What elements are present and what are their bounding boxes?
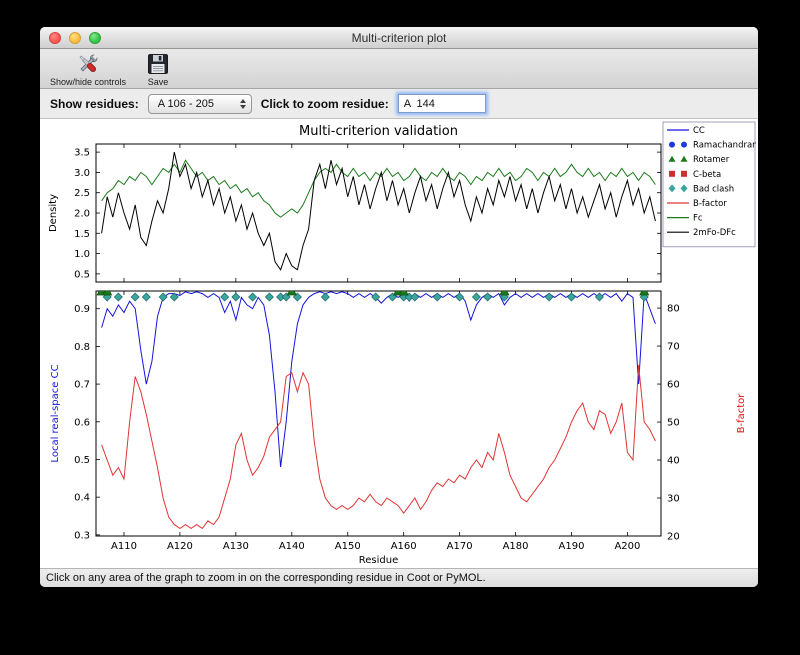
svg-text:2.0: 2.0 (74, 209, 90, 220)
svg-text:A170: A170 (447, 541, 473, 552)
density-subplot[interactable]: 0.5 1.0 1.5 2.0 2.5 3.0 3.5 Density (48, 143, 662, 283)
svg-text:0.5: 0.5 (74, 269, 90, 280)
residue-range-select[interactable]: A 106 - 205 (147, 93, 252, 114)
svg-text:0.3: 0.3 (74, 530, 90, 541)
svg-text:40: 40 (667, 456, 680, 467)
window-title: Multi-criterion plot (351, 30, 447, 45)
svg-text:B-factor: B-factor (693, 199, 727, 209)
svg-text:20: 20 (667, 532, 680, 543)
plot-panel[interactable]: Multi-criterion validation 0.5 1.0 1.5 2.0 2.… (40, 119, 758, 569)
popup-arrows-icon (239, 98, 246, 109)
svg-text:30: 30 (667, 494, 680, 505)
bfactor-ylabel: B-factor (736, 393, 747, 434)
chart-legend: CC Ramachandran Rotamer C-beta Bad clash B-fa… (662, 121, 756, 248)
status-bar: Click on any area of the graph to zoom i… (40, 569, 758, 587)
svg-text:70: 70 (667, 342, 680, 353)
status-text: Click on any area of the graph to zoom i… (46, 572, 486, 584)
svg-text:Ramachandran: Ramachandran (693, 141, 756, 151)
svg-text:Fc: Fc (693, 214, 703, 224)
svg-text:C-beta: C-beta (693, 170, 721, 180)
svg-text:2.5: 2.5 (74, 188, 90, 199)
save-label: Save (147, 77, 169, 87)
titlebar[interactable]: Multi-criterion plot (40, 27, 758, 49)
svg-text:A130: A130 (223, 541, 249, 552)
chart-title: Multi-criterion validation (299, 124, 458, 139)
toolbar: Show/hide controls Save (40, 49, 758, 89)
svg-text:A110: A110 (111, 541, 137, 552)
svg-text:1.5: 1.5 (74, 229, 90, 240)
svg-text:60: 60 (667, 380, 680, 391)
show-hide-controls-button[interactable]: Show/hide controls (50, 50, 126, 87)
minimize-button[interactable] (69, 32, 81, 44)
cc-bfactor-subplot[interactable]: 0.3 0.4 0.5 0.6 0.7 0.8 0.9 20 30 40 50 60 70 80 A110 A… (50, 287, 747, 567)
app-window: Multi-criterion plot Show/hide controls … (40, 27, 758, 587)
svg-text:A120: A120 (167, 541, 193, 552)
svg-text:A160: A160 (391, 541, 417, 552)
svg-text:CC: CC (693, 126, 705, 136)
svg-text:0.9: 0.9 (74, 304, 90, 315)
multi-criterion-chart[interactable]: Multi-criterion validation 0.5 1.0 1.5 2.0 2.… (42, 119, 756, 567)
svg-text:0.5: 0.5 (74, 455, 90, 466)
crossed-tools-icon (75, 50, 101, 77)
svg-text:0.8: 0.8 (74, 342, 90, 353)
svg-text:A180: A180 (503, 541, 529, 552)
svg-text:1.0: 1.0 (74, 249, 90, 260)
svg-text:3.0: 3.0 (74, 168, 90, 179)
svg-text:A150: A150 (335, 541, 361, 552)
residue-xlabel: Residue (359, 555, 398, 566)
series-2mFo-DFc (101, 151, 656, 271)
svg-text:3.5: 3.5 (74, 148, 90, 159)
zoom-window-button[interactable] (89, 32, 101, 44)
controls-bar: Show residues: A 106 - 205 Click to zoom… (40, 89, 758, 119)
density-ylabel: Density (48, 194, 59, 232)
series-B-factor (101, 365, 656, 530)
save-button[interactable]: Save (146, 50, 170, 87)
svg-text:50: 50 (667, 418, 680, 429)
zoom-residue-input[interactable] (397, 94, 486, 113)
svg-text:Rotamer: Rotamer (693, 155, 730, 165)
svg-text:2mFo-DFc: 2mFo-DFc (693, 228, 736, 238)
series-CC (101, 291, 656, 468)
svg-text:0.6: 0.6 (74, 417, 90, 428)
svg-text:80: 80 (667, 304, 680, 315)
svg-text:A140: A140 (279, 541, 305, 552)
close-button[interactable] (49, 32, 61, 44)
show-residues-label: Show residues: (50, 96, 139, 111)
series-Fc (101, 159, 656, 218)
zoom-residue-label: Click to zoom residue: (260, 96, 389, 111)
svg-text:A200: A200 (614, 541, 640, 552)
show-hide-controls-label: Show/hide controls (50, 77, 127, 87)
svg-text:0.7: 0.7 (74, 380, 90, 391)
save-floppy-icon (146, 50, 170, 77)
svg-text:0.4: 0.4 (74, 493, 90, 504)
cc-ylabel: Local real-space CC (50, 364, 61, 462)
svg-text:A190: A190 (559, 541, 585, 552)
svg-text:Bad clash: Bad clash (693, 184, 734, 194)
traffic-lights (49, 32, 101, 44)
residue-range-value: A 106 - 205 (157, 97, 214, 110)
